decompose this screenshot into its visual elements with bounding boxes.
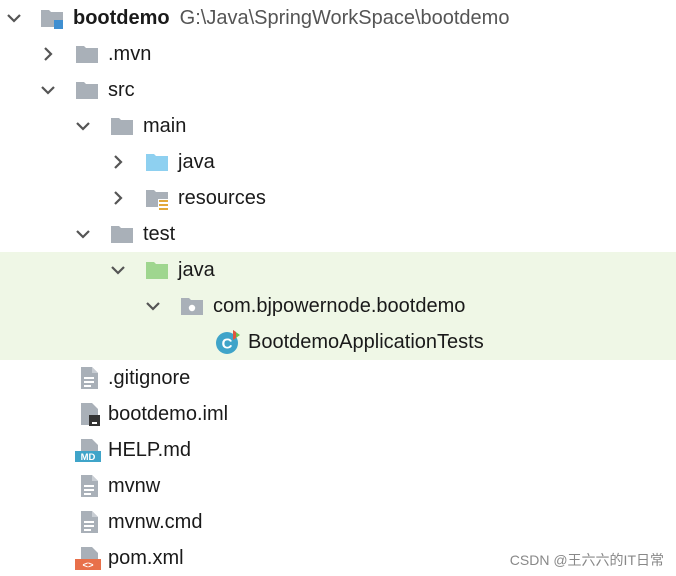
tree-label: .gitignore: [108, 367, 191, 389]
text-file-icon: [81, 511, 98, 533]
chevron-down-icon[interactable]: [38, 80, 58, 100]
tree-row-help[interactable]: MD HELP.md: [0, 432, 676, 468]
test-folder-icon: [146, 262, 168, 279]
tree-label: java: [178, 259, 215, 281]
tree-row-gitignore[interactable]: .gitignore: [0, 360, 676, 396]
tree-row-src[interactable]: src: [0, 72, 676, 108]
tree-label: src: [108, 79, 135, 101]
tree-row-resources[interactable]: resources: [0, 180, 676, 216]
tree-row-mvnw-cmd[interactable]: mvnw.cmd: [0, 504, 676, 540]
chevron-down-icon[interactable]: [143, 296, 163, 316]
text-file-icon: [81, 367, 98, 389]
chevron-down-icon[interactable]: [73, 224, 93, 244]
tree-row-iml[interactable]: bootdemo.iml: [0, 396, 676, 432]
tree-label: HELP.md: [108, 439, 192, 461]
tree-label: .mvn: [108, 43, 152, 65]
chevron-right-icon[interactable]: [108, 188, 128, 208]
tree-row-main-java[interactable]: java: [0, 144, 676, 180]
chevron-down-icon[interactable]: [4, 8, 24, 28]
tree-label: BootdemoApplicationTests: [248, 331, 484, 353]
tree-row-mvnw[interactable]: mvnw: [0, 468, 676, 504]
tree-row-mvn[interactable]: .mvn: [0, 36, 676, 72]
folder-icon: [76, 82, 98, 99]
module-folder-icon: [41, 10, 63, 29]
class-icon-letter: C: [222, 336, 233, 353]
tree-row-bootdemo[interactable]: bootdemo G:\Java\SpringWorkSpace\bootdemo: [0, 0, 676, 36]
tree-label: mvnw.cmd: [108, 511, 203, 533]
xml-icon-label: <>: [82, 560, 94, 570]
md-icon-label: MD: [81, 452, 96, 462]
watermark: CSDN @王六六的IT日常: [509, 552, 664, 568]
tree-row-test-class[interactable]: C BootdemoApplicationTests: [0, 324, 676, 360]
tree-label: bootdemo.iml: [108, 403, 229, 425]
folder-icon: [111, 118, 133, 135]
chevron-down-icon[interactable]: [73, 116, 93, 136]
folder-icon: [76, 46, 98, 63]
project-path: G:\Java\SpringWorkSpace\bootdemo: [179, 7, 510, 29]
chevron-down-icon[interactable]: [108, 260, 128, 280]
tree-row-test[interactable]: test: [0, 216, 676, 252]
iml-file-icon: [81, 403, 100, 426]
tree-label: mvnw: [108, 475, 161, 497]
chevron-right-icon[interactable]: [38, 44, 58, 64]
resources-folder-icon: [146, 190, 169, 210]
tree-label: java: [178, 151, 215, 173]
tree-label: resources: [178, 187, 266, 209]
tree-row-package[interactable]: com.bjpowernode.bootdemo: [0, 288, 676, 324]
project-name: bootdemo G:\Java\SpringWorkSpace\bootdemo: [73, 7, 510, 29]
chevron-right-icon[interactable]: [108, 152, 128, 172]
xml-file-icon: <>: [75, 547, 101, 570]
package-icon: [181, 298, 203, 315]
text-file-icon: [81, 475, 98, 497]
tree-label: main: [143, 115, 187, 137]
tree-label: com.bjpowernode.bootdemo: [213, 295, 466, 317]
tree-row-main[interactable]: main: [0, 108, 676, 144]
java-class-icon: C: [216, 330, 240, 354]
source-folder-icon: [146, 154, 168, 171]
project-tree: bootdemo G:\Java\SpringWorkSpace\bootdemo…: [0, 0, 676, 576]
tree-label: test: [143, 223, 176, 245]
tree-row-test-java[interactable]: java: [0, 252, 676, 288]
markdown-file-icon: MD: [75, 439, 101, 462]
tree-label: pom.xml: [108, 547, 184, 569]
folder-icon: [111, 226, 133, 243]
